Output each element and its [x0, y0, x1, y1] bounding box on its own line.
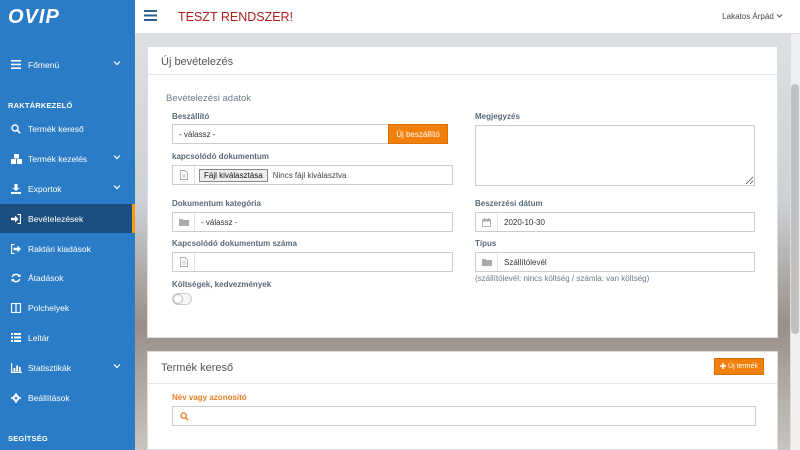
- type-label: Típus: [475, 239, 497, 248]
- note-label: Megjegyzés: [475, 112, 520, 121]
- sidebar-section-help: SEGÍTSÉG: [8, 434, 48, 443]
- sidebar-item-label: Beállítások: [28, 392, 70, 403]
- sidebar-item-label: Főmenü: [28, 59, 60, 70]
- type-selected-value: Szállítólevél: [504, 257, 547, 267]
- chevron-down-icon: [113, 153, 123, 163]
- file-status-text: Nincs fájl kiválasztva: [272, 170, 347, 180]
- related-document-label: kapcsolódó dokumentum: [172, 152, 269, 161]
- sidebar-item-inventory[interactable]: Leltár: [0, 323, 135, 352]
- sidebar-item-receipts[interactable]: Bevételezések: [0, 204, 135, 233]
- sidebar: OVIP Főmenü RAKTÁRKEZELŐ Termék kereső T…: [0, 0, 135, 450]
- sidebar-item-label: Raktári kiadások: [28, 243, 91, 254]
- type-hint: (szállítólevél: nincs költség / számla: …: [475, 274, 650, 283]
- document-number-label: Kapcsolódó dokumentum száma: [172, 239, 297, 248]
- page-scrollbar[interactable]: [790, 34, 800, 450]
- document-category-select[interactable]: - válassz -: [172, 212, 453, 232]
- new-product-label: Új termék: [728, 363, 758, 370]
- purchase-date-value: 2020-10-30: [504, 217, 545, 227]
- sidebar-item-product-management[interactable]: Termék kezelés: [0, 144, 135, 173]
- file-icon: [173, 253, 195, 271]
- new-supplier-button[interactable]: Új beszállító: [388, 124, 448, 144]
- sidebar-item-main-menu[interactable]: Főmenü: [0, 50, 135, 79]
- chevron-down-icon: [113, 59, 123, 69]
- environment-title: TESZT RENDSZER!: [178, 10, 294, 24]
- sign-in-icon: [10, 213, 22, 225]
- sidebar-item-warehouse-issues[interactable]: Raktári kiadások: [0, 234, 135, 263]
- chevron-down-icon: [776, 12, 783, 21]
- sidebar-item-shelf-locations[interactable]: Polchelyek: [0, 293, 135, 322]
- cubes-icon: [10, 153, 22, 165]
- name-or-id-input[interactable]: [172, 406, 756, 426]
- folder-icon: [173, 213, 195, 231]
- panel-title: Új bevételezés: [148, 47, 777, 75]
- receipt-data-heading: Bevételezési adatok: [166, 93, 252, 104]
- choose-file-button[interactable]: Fájl kiválasztása: [199, 168, 268, 182]
- topbar: TESZT RENDSZER! Lakatos Árpád: [135, 0, 800, 34]
- purchase-date-input[interactable]: 2020-10-30: [475, 212, 755, 232]
- list-icon: [10, 332, 22, 344]
- menu-icon: [10, 59, 22, 71]
- note-textarea[interactable]: [475, 125, 755, 186]
- sidebar-item-settings[interactable]: Beállítások: [0, 383, 135, 412]
- scrollbar-thumb[interactable]: [791, 84, 799, 334]
- sidebar-item-transfers[interactable]: Átadások: [0, 263, 135, 292]
- type-select[interactable]: Szállítólevél: [475, 252, 755, 272]
- product-search-panel: Termék kereső Új termék Név vagy azonosí…: [147, 351, 778, 450]
- name-or-id-label: Név vagy azonosító: [172, 393, 247, 402]
- sidebar-item-label: Termék kereső: [28, 123, 84, 134]
- refresh-icon: [10, 272, 22, 284]
- costs-discounts-label: Költségek, kedvezmények: [172, 280, 272, 289]
- supplier-label: Beszállító: [172, 112, 210, 121]
- logo-text: OVIP: [8, 5, 60, 28]
- sign-out-icon: [10, 243, 22, 255]
- document-number-input[interactable]: [172, 252, 453, 272]
- panel-title: Termék kereső: [148, 352, 777, 384]
- sidebar-section-warehouse: RAKTÁRKEZELŐ: [8, 101, 73, 110]
- sidebar-item-label: Polchelyek: [28, 302, 70, 313]
- sidebar-item-label: Termék kezelés: [28, 153, 88, 164]
- search-icon: [10, 123, 22, 135]
- sidebar-item-label: Statisztikák: [28, 362, 71, 373]
- sidebar-item-statistics[interactable]: Statisztikák: [0, 353, 135, 382]
- new-receipt-panel: Új bevételezés Bevételezési adatok Beszá…: [147, 46, 778, 338]
- bar-chart-icon: [10, 362, 22, 374]
- chevron-down-icon: [113, 183, 123, 193]
- supplier-select[interactable]: - válassz -: [172, 124, 389, 144]
- new-product-button[interactable]: Új termék: [714, 358, 764, 375]
- app-logo[interactable]: OVIP: [0, 0, 135, 34]
- purchase-date-label: Beszerzési dátum: [475, 199, 543, 208]
- folder-icon: [476, 253, 498, 271]
- columns-icon: [10, 302, 22, 314]
- related-document-file-input[interactable]: Fájl kiválasztása Nincs fájl kiválasztva: [172, 165, 453, 185]
- sidebar-item-label: Bevételezések: [28, 213, 84, 224]
- document-category-selected-value: - válassz -: [201, 217, 238, 227]
- supplier-selected-value: - válassz -: [179, 129, 216, 139]
- sidebar-item-exports[interactable]: Exportok: [0, 174, 135, 203]
- file-icon: [173, 166, 195, 184]
- calendar-icon: [476, 213, 498, 231]
- search-icon: [173, 411, 195, 421]
- sidebar-item-product-search[interactable]: Termék kereső: [0, 114, 135, 143]
- user-menu[interactable]: Lakatos Árpád: [722, 12, 783, 21]
- download-icon: [10, 183, 22, 195]
- sidebar-item-label: Exportok: [28, 183, 62, 194]
- toggle-knob: [173, 294, 183, 304]
- plus-icon: [720, 362, 727, 371]
- costs-discounts-toggle[interactable]: [172, 293, 192, 305]
- gear-icon: [10, 392, 22, 404]
- user-name: Lakatos Árpád: [722, 12, 774, 21]
- sidebar-item-label: Átadások: [28, 272, 64, 283]
- chevron-down-icon: [113, 362, 123, 372]
- document-category-label: Dokumentum kategória: [172, 199, 261, 208]
- sidebar-item-label: Leltár: [28, 332, 50, 343]
- hamburger-menu-icon[interactable]: [144, 10, 157, 22]
